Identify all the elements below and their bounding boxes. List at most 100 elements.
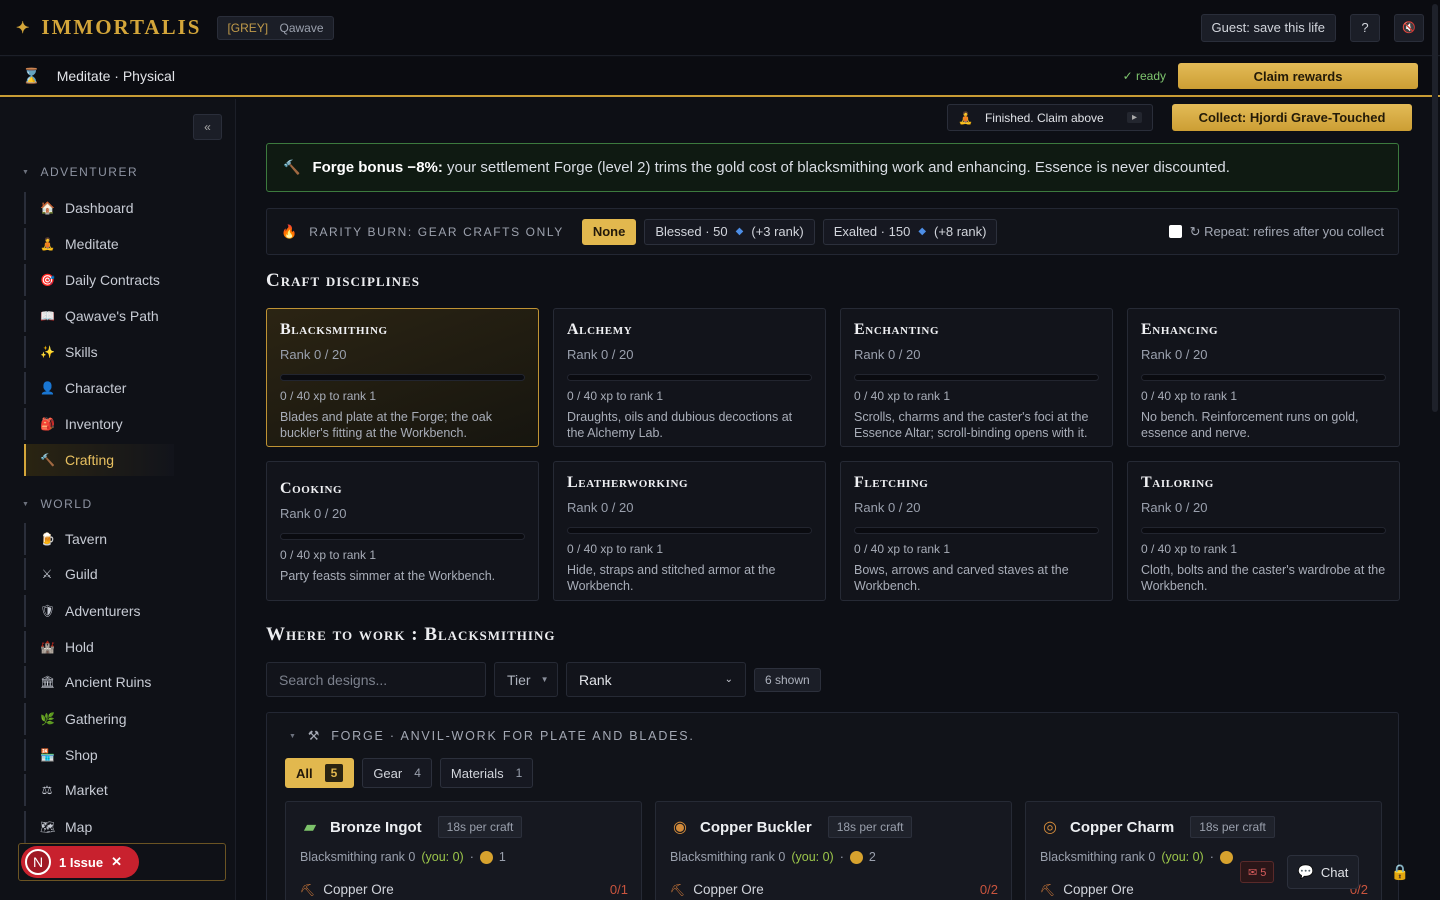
discipline-card-fletching[interactable]: Fletching Rank 0 / 20 0 / 40 xp to rank … [840, 461, 1113, 601]
star-icon: ✦ [16, 19, 32, 37]
discipline-card-alchemy[interactable]: Alchemy Rank 0 / 20 0 / 40 xp to rank 1 … [553, 308, 826, 447]
chat-button[interactable]: 💬 Chat [1287, 855, 1359, 889]
finished-status[interactable]: 🧘 Finished. Claim above ▸ [947, 104, 1153, 131]
collapse-sidebar-button[interactable]: « [193, 114, 222, 140]
collect-button[interactable]: Collect: Hjordi Grave-Touched [1172, 104, 1412, 131]
lock-icon[interactable]: 🔒 [1384, 855, 1416, 889]
scrollbar[interactable] [1432, 4, 1438, 412]
sidebar-item-skills[interactable]: ✨ Skills [24, 336, 174, 368]
help-button[interactable]: ? [1350, 13, 1380, 42]
sidebar-item-guild[interactable]: ⚔ Guild [24, 558, 174, 590]
logo[interactable]: ✦ IMMORTALIS [16, 15, 201, 40]
sidebar-item-inventory[interactable]: 🎒 Inventory [24, 408, 174, 440]
your-rank: (you: 0) [1161, 850, 1204, 864]
crossed-swords-icon: ⚔ [41, 567, 53, 581]
sidebar-item-shop[interactable]: 🏪 Shop [24, 739, 174, 771]
ready-status: ✓ ready [1122, 69, 1166, 83]
forge-panel: ▼ ⚒ FORGE · ANVIL-WORK FOR PLATE AND BLA… [266, 712, 1399, 900]
section-world[interactable]: ▼ WORLD [22, 497, 93, 511]
xp-bar [854, 527, 1099, 534]
discipline-rank: Rank 0 / 20 [280, 347, 347, 362]
sidebar-item-character[interactable]: 👤 Character [24, 372, 174, 404]
sidebar-item-hold[interactable]: 🏰 Hold [24, 631, 174, 663]
sidebar-item-daily-contracts[interactable]: 🎯 Daily Contracts [24, 264, 174, 296]
search-designs-input[interactable] [266, 662, 486, 697]
discipline-desc: Hide, straps and stitched armor at the W… [567, 563, 776, 593]
tab-gear[interactable]: Gear 4 [362, 758, 432, 788]
recipe-name: Bronze Ingot [330, 818, 422, 836]
mail-badge[interactable]: ✉ 5 [1240, 861, 1275, 883]
discipline-xp: 0 / 40 xp to rank 1 [1141, 542, 1238, 556]
sidebar-item-gathering[interactable]: 🌿 Gathering [24, 703, 174, 735]
recipe-requirement: Blacksmithing rank 0 (you: 0) · 1 [300, 850, 506, 864]
top-bar: ✦ IMMORTALIS [GREY] Qawave Guest: save t… [0, 0, 1440, 56]
discipline-card-cooking[interactable]: Cooking Rank 0 / 20 0 / 40 xp to rank 1 … [266, 461, 539, 601]
forge-header[interactable]: ▼ ⚒ FORGE · ANVIL-WORK FOR PLATE AND BLA… [289, 728, 695, 744]
discipline-xp: 0 / 40 xp to rank 1 [280, 389, 377, 403]
player-guild-tag: [GREY] [227, 20, 269, 35]
chevron-down-icon: ▼ [540, 675, 549, 684]
sidebar-item-ancient-ruins[interactable]: 🏛 Ancient Ruins [24, 666, 174, 698]
gold-cost: 1 [498, 850, 506, 864]
material-row: ⛏ Copper Ore 0/1 [300, 882, 628, 897]
sidebar-item-dashboard[interactable]: 🏠 Dashboard [24, 192, 174, 224]
backpack-icon: 🎒 [40, 417, 55, 431]
book-icon: 📖 [40, 309, 55, 323]
discipline-card-tailoring[interactable]: Tailoring Rank 0 / 20 0 / 40 xp to rank … [1127, 461, 1400, 601]
chevron-right-icon[interactable]: ▸ [1126, 112, 1142, 123]
gold-coin-icon [1219, 850, 1233, 864]
repeat-label: ↻ Repeat: refires after you collect [1189, 223, 1384, 239]
gold-cost: 2 [868, 850, 876, 864]
issue-text: 1 Issue [59, 854, 104, 870]
issue-badge[interactable]: N 1 Issue ✕ [21, 846, 139, 878]
triangle-down-icon: ▼ [22, 500, 31, 508]
tab-count: 5 [324, 764, 344, 782]
sidebar-item-tavern[interactable]: 🍺 Tavern [24, 523, 174, 555]
discipline-card-blacksmithing[interactable]: Blacksmithing Rank 0 / 20 0 / 40 xp to r… [266, 308, 539, 447]
sidebar-item-crafting[interactable]: 🔨 Crafting [24, 444, 174, 476]
separator: · [469, 850, 474, 864]
player-tag[interactable]: [GREY] Qawave [217, 15, 334, 40]
rarity-none-button[interactable]: None [581, 218, 637, 245]
claim-rewards-button[interactable]: Claim rewards [1178, 63, 1418, 89]
gold-coin-icon [479, 850, 493, 864]
close-icon[interactable]: ✕ [111, 854, 122, 870]
home-icon: 🏠 [40, 201, 55, 215]
tier-select[interactable]: Tier ▼ [494, 662, 558, 697]
discipline-card-enhancing[interactable]: Enhancing Rank 0 / 20 0 / 40 xp to rank … [1127, 308, 1400, 447]
sidebar-item-label: Qawave's Path [65, 308, 159, 324]
sidebar-item-label: Adventurers [65, 603, 141, 619]
sidebar-item-path[interactable]: 📖 Qawave's Path [24, 300, 174, 332]
guest-save-button[interactable]: Guest: save this life [1200, 13, 1336, 42]
rarity-blessed-button[interactable]: Blessed · 50 ◆ (+3 rank) [644, 218, 815, 245]
tab-materials[interactable]: Materials 1 [439, 758, 534, 788]
rank-select[interactable]: Rank ⌄ [566, 662, 746, 697]
forge-bonus-text: Forge bonus −8%: your settlement Forge (… [312, 159, 1230, 176]
scales-icon: ⚖ [41, 783, 53, 797]
charm-icon: ◎ [1043, 819, 1057, 836]
herb-icon: 🌿 [40, 712, 55, 726]
essence-icon: ◆ [735, 226, 744, 237]
sidebar-item-market[interactable]: ⚖ Market [24, 774, 174, 806]
flame-icon: 🔥 [281, 223, 298, 239]
xp-bar [854, 374, 1099, 381]
player-name: Qawave [279, 20, 324, 35]
meditate-icon: 🧘 [40, 237, 55, 251]
discipline-name: Tailoring [1141, 474, 1214, 491]
tab-all[interactable]: All 5 [285, 758, 355, 788]
mute-button[interactable]: 🔇 [1394, 13, 1424, 42]
section-adventurer[interactable]: ▼ ADVENTURER [22, 165, 138, 179]
sidebar-item-meditate[interactable]: 🧘 Meditate [24, 228, 174, 260]
discipline-card-leatherworking[interactable]: Leatherworking Rank 0 / 20 0 / 40 xp to … [553, 461, 826, 601]
rarity-exalted-button[interactable]: Exalted · 150 ◆ (+8 rank) [822, 218, 998, 245]
repeat-checkbox[interactable] [1168, 225, 1182, 238]
hourglass-icon: ⌛ [22, 68, 41, 85]
sidebar-item-map[interactable]: 🗺 Map [24, 811, 174, 843]
work-title: Where to work : Blacksmithing [266, 624, 556, 645]
sidebar-item-adventurers[interactable]: 🛡 Adventurers [24, 595, 174, 627]
repeat-toggle[interactable]: ↻ Repeat: refires after you collect [1168, 223, 1384, 240]
discipline-card-enchanting[interactable]: Enchanting Rank 0 / 20 0 / 40 xp to rank… [840, 308, 1113, 447]
sidebar-item-label: Dashboard [65, 200, 134, 216]
recipe-card-copper-buckler[interactable]: ◉ Copper Buckler 18s per craft Blacksmit… [655, 801, 1012, 900]
recipe-card-bronze-ingot[interactable]: ▰ Bronze Ingot 18s per craft Blacksmithi… [285, 801, 642, 900]
